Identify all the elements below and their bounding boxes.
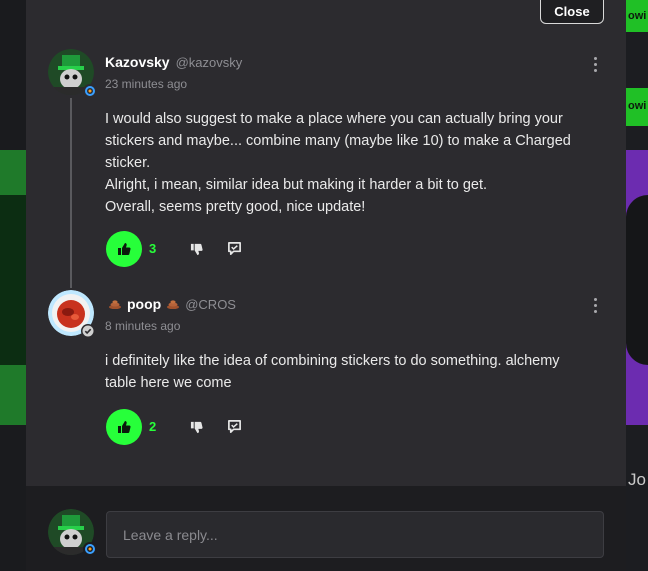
reply-icon[interactable] (226, 240, 242, 256)
poop-emoji-icon (167, 296, 180, 310)
reply-icon[interactable] (226, 418, 242, 434)
background-right-edge: owi owi Jo (626, 0, 648, 571)
author-name[interactable]: poop (127, 296, 161, 312)
author-handle[interactable]: @kazovsky (176, 55, 243, 70)
verified-badge-icon (83, 84, 97, 98)
thumbs-down-icon[interactable] (188, 241, 204, 257)
verified-badge-icon (83, 542, 97, 556)
background-follow-button: owi (626, 0, 648, 32)
verified-badge-icon (81, 324, 95, 338)
background-left-edge (0, 0, 26, 571)
thumbs-up-icon (118, 243, 131, 255)
background-post-image-inner (626, 195, 648, 365)
author-handle[interactable]: @CROS (185, 297, 236, 312)
background-banner-art (0, 195, 26, 365)
thread-line (70, 98, 72, 288)
like-count: 2 (149, 419, 157, 434)
background-follow-button: owi (626, 88, 648, 126)
comment-header: poop @CROS (109, 296, 236, 312)
like-count: 3 (149, 241, 157, 256)
poop-emoji-icon (109, 296, 121, 310)
comment-timestamp: 8 minutes ago (105, 319, 181, 333)
thumbs-down-icon[interactable] (188, 419, 204, 435)
close-button[interactable]: Close (540, 0, 604, 24)
background-side-text: Jo (628, 470, 646, 489)
like-button[interactable] (106, 409, 142, 445)
comment-body: I would also suggest to make a place whe… (105, 111, 571, 215)
more-options-icon[interactable] (592, 298, 598, 313)
reply-composer: Leave a reply... (26, 486, 626, 571)
author-name[interactable]: Kazovsky (105, 54, 170, 70)
like-button[interactable] (106, 231, 142, 267)
thumbs-up-icon (118, 421, 131, 433)
more-options-icon[interactable] (592, 57, 598, 72)
comment-timestamp: 23 minutes ago (105, 77, 188, 91)
comments-modal: Close Kazovsky @kazovsky 23 minutes ago … (26, 0, 626, 571)
comment-body: i definitely like the idea of combining … (105, 353, 560, 391)
comment-header: Kazovsky @kazovsky (105, 54, 242, 70)
reply-input[interactable]: Leave a reply... (106, 511, 604, 558)
